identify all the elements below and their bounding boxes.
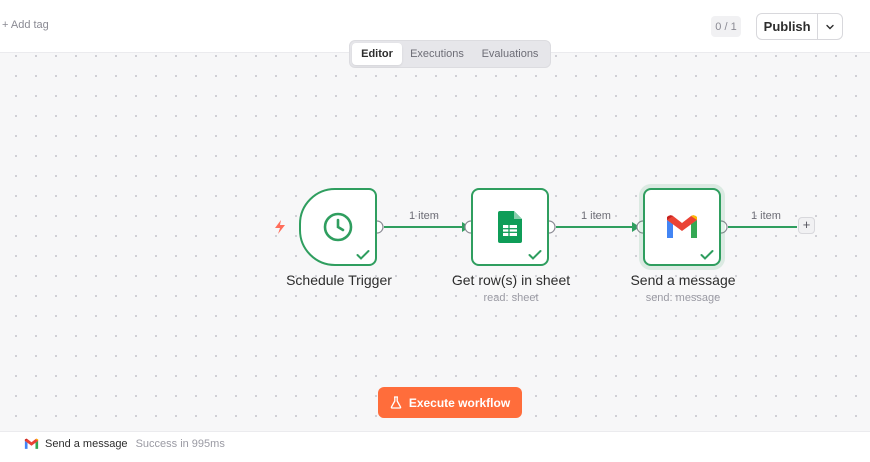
edge-item-count: 1 item [409,210,439,222]
node-schedule-trigger[interactable] [299,188,377,266]
clock-icon [323,212,353,242]
edge-item-count: 1 item [751,210,781,222]
execution-log-bar: Send a message Success in 995ms [0,431,870,462]
node-subtitle: read: sheet [483,292,539,304]
execute-workflow-label: Execute workflow [408,395,511,410]
node-title: Send a message [630,272,736,288]
node-title: Get row(s) in sheet [451,272,571,288]
node-subtitle: send: message [645,292,721,304]
lightning-bolt-icon [275,220,285,234]
log-entry[interactable]: Send a message Success in 995ms [24,438,225,450]
google-sheets-icon [498,211,522,243]
success-check-icon [356,250,370,260]
node-title: Schedule Trigger [286,272,392,288]
node-get-rows-in-sheet[interactable] [471,188,549,266]
edge-item-count: 1 item [581,210,611,222]
add-node-button[interactable]: + [798,217,815,234]
gmail-icon [667,215,697,238]
log-status: Success in 995ms [135,438,225,450]
success-check-icon [528,250,542,260]
log-node-name: Send a message [45,438,128,450]
success-check-icon [700,250,714,260]
gmail-icon [24,438,39,449]
execute-workflow-button[interactable]: Execute workflow [378,387,522,418]
node-send-a-message[interactable] [643,188,721,266]
flask-icon [390,396,402,409]
